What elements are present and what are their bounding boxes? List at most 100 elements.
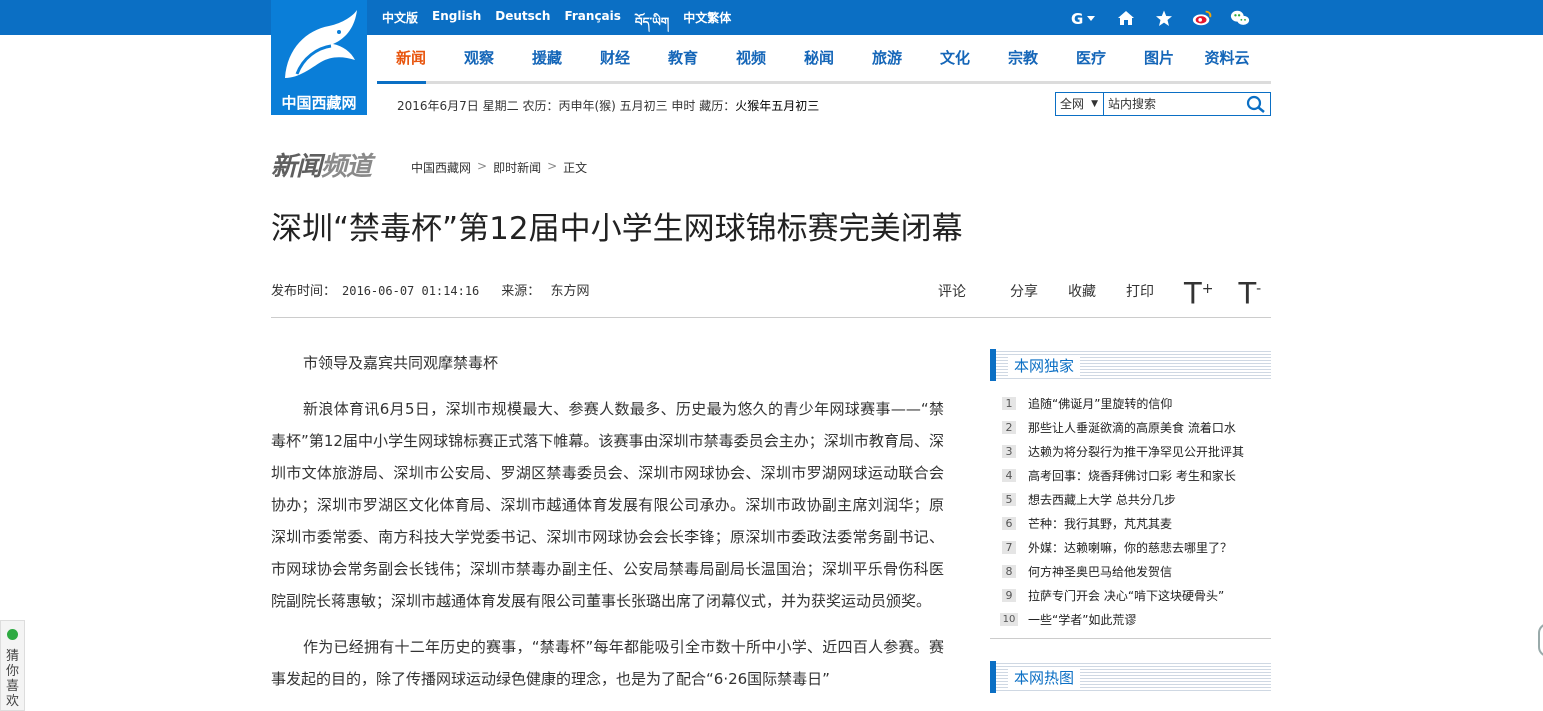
guess-you-like-widget[interactable]: 猜你喜欢 — [0, 620, 25, 711]
rank-badge: 10 — [1000, 612, 1018, 626]
search-button[interactable] — [1246, 95, 1266, 113]
article-paragraph: 市领导及嘉宾共同观摩禁毒杯 — [303, 354, 499, 372]
publish-time: 2016-06-07 01:14:16 — [342, 284, 480, 298]
rank-badge: 1 — [1002, 396, 1016, 410]
list-item-title: 一些“学者”如此荒谬 — [1028, 612, 1137, 627]
nav-item-culture[interactable]: 文化 — [921, 35, 989, 81]
list-item[interactable]: 8 何方神圣奥巴马给他发贺信 — [990, 559, 1271, 583]
sidebar-divider — [990, 638, 1271, 639]
lang-chinese[interactable]: 中文版 — [382, 9, 418, 27]
list-item[interactable]: 10 一些“学者”如此荒谬 — [990, 607, 1271, 631]
hot-photos-title[interactable]: 本网热图 — [1008, 667, 1081, 688]
chevron-right-icon: > — [477, 159, 488, 173]
search-input[interactable] — [1108, 95, 1238, 113]
list-item-title: 达赖为将分裂行为推干净罕见公开批评其 — [1028, 444, 1245, 459]
list-item-title: 追随“佛诞月”里旋转的信仰 — [1028, 396, 1173, 411]
nav-item-travel[interactable]: 旅游 — [853, 35, 921, 81]
exclusive-title[interactable]: 本网独家 — [1008, 355, 1081, 376]
list-item-title: 高考回事：烧香拜佛讨口彩 考生和家长 — [1028, 468, 1236, 483]
search-scope-select[interactable]: 全网 ▼ — [1056, 93, 1104, 115]
breadcrumb-home[interactable]: 中国西藏网 — [411, 159, 471, 176]
lang-traditional-chinese[interactable]: 中文繁体 — [683, 9, 731, 27]
source-value: 东方网 — [550, 284, 590, 299]
hot-photos-box: 本网热图 — [990, 661, 1271, 693]
home-icon[interactable] — [1116, 8, 1136, 28]
breadcrumb: 中国西藏网 > 即时新闻 > 正文 — [411, 159, 587, 176]
date-text: 2016年6月7日 星期二 农历：丙申年(猴) 五月初三 申时 藏历： — [397, 99, 736, 113]
comment-button[interactable]: 评论 — [938, 281, 966, 301]
list-item-title: 那些让人垂涎欲滴的高原美食 流着口水 — [1028, 420, 1236, 435]
rank-badge: 6 — [1002, 516, 1016, 530]
print-button[interactable]: 打印 — [1126, 281, 1154, 301]
article-title: 深圳“禁毒杯”第12届中小学生网球锦标赛完美闭幕 — [271, 211, 963, 247]
list-item[interactable]: 9 拉萨专门开会 决心“啃下这块硬骨头” — [990, 583, 1271, 607]
main-nav: 新闻 观察 援藏 财经 教育 视频 秘闻 旅游 文化 宗教 医疗 图片 资料云 — [377, 35, 1271, 84]
list-item[interactable]: 4 高考回事：烧香拜佛讨口彩 考生和家长 — [990, 463, 1271, 487]
favorite-button[interactable]: 收藏 — [1068, 281, 1096, 301]
source-label: 来源： — [501, 284, 541, 299]
hot-photos-header: 本网热图 — [990, 661, 1271, 693]
nav-item-news[interactable]: 新闻 — [377, 35, 445, 81]
font-decrease-label: T — [1238, 276, 1257, 311]
exclusive-header: 本网独家 — [990, 349, 1271, 381]
rank-badge: 8 — [1002, 564, 1016, 578]
article-paragraph: 新浪体育讯6月5日，深圳市规模最大、参赛人数最多、历史最为悠久的青少年网球赛事—… — [271, 400, 944, 610]
list-item[interactable]: 7 外媒：达赖喇嘛，你的慈悲去哪里了？ — [990, 535, 1271, 559]
nav-item-education[interactable]: 教育 — [649, 35, 717, 81]
channel-logo-text-2: 频道 — [321, 152, 372, 182]
wechat-icon[interactable] — [1230, 8, 1250, 28]
svg-text:G: G — [1071, 10, 1083, 26]
star-icon[interactable] — [1154, 8, 1174, 28]
nav-item-data-cloud[interactable]: 资料云 — [1193, 35, 1261, 81]
nav-item-observe[interactable]: 观察 — [445, 35, 513, 81]
weibo-icon[interactable] — [1192, 8, 1212, 28]
chevron-right-icon: > — [547, 159, 558, 173]
list-item[interactable]: 3 达赖为将分裂行为推干净罕见公开批评其 — [990, 439, 1271, 463]
top-bar — [0, 0, 1543, 35]
lang-german[interactable]: Deutsch — [495, 9, 550, 27]
list-item-title: 想去西藏上大学 总共分几步 — [1028, 492, 1176, 507]
nav-item-religion[interactable]: 宗教 — [989, 35, 1057, 81]
floating-edge-icon[interactable] — [1538, 623, 1543, 657]
guess-you-like-label: 猜你喜欢 — [6, 649, 20, 709]
nav-item-medical[interactable]: 医疗 — [1057, 35, 1125, 81]
meta-divider — [271, 317, 1271, 318]
article-body: 市领导及嘉宾共同观摩禁毒杯 新浪体育讯6月5日，深圳市规模最大、参赛人数最多、历… — [271, 347, 944, 709]
list-item[interactable]: 5 想去西藏上大学 总共分几步 — [990, 487, 1271, 511]
list-item[interactable]: 1 追随“佛诞月”里旋转的信仰 — [990, 391, 1271, 415]
exclusive-list: 1 追随“佛诞月”里旋转的信仰 2 那些让人垂涎欲滴的高原美食 流着口水 3 达赖为将… — [990, 391, 1271, 631]
font-increase-button[interactable]: T+ — [1184, 276, 1213, 308]
nav-item-photos[interactable]: 图片 — [1125, 35, 1193, 81]
site-logo[interactable]: 中国西藏网 — [271, 0, 367, 115]
nav-item-aid-tibet[interactable]: 援藏 — [513, 35, 581, 81]
share-button[interactable]: 分享 — [1010, 281, 1038, 301]
channel-logo-text: 新闻 — [271, 152, 322, 182]
list-item[interactable]: 6 芒种：我行其野，芃芃其麦 — [990, 511, 1271, 535]
article-meta: 发布时间： 2016-06-07 01:14:16 来源： 东方网 — [271, 280, 589, 299]
channel-logo[interactable]: 新闻频道 — [271, 146, 372, 183]
breadcrumb-section[interactable]: 即时新闻 — [493, 159, 541, 176]
nav-item-secrets[interactable]: 秘闻 — [785, 35, 853, 81]
search-scope-value: 全网 — [1060, 97, 1085, 111]
list-item[interactable]: 2 那些让人垂涎欲滴的高原美食 流着口水 — [990, 415, 1271, 439]
lang-english[interactable]: English — [432, 9, 481, 27]
article-tools: 评论 分享 收藏 打印 T+ T- — [938, 276, 1286, 308]
header-marker — [990, 349, 996, 381]
rank-badge: 9 — [1002, 588, 1016, 602]
nav-divider — [377, 81, 1271, 84]
rank-badge: 5 — [1002, 492, 1016, 506]
lang-french[interactable]: Français — [564, 9, 620, 27]
rank-badge: 4 — [1002, 468, 1016, 482]
status-dot-icon — [7, 629, 18, 640]
breadcrumb-current: 正文 — [563, 161, 588, 175]
nav-item-finance[interactable]: 财经 — [581, 35, 649, 81]
lang-tibetan[interactable]: བོད་ཡིག — [635, 9, 669, 29]
rank-badge: 2 — [1002, 420, 1016, 434]
font-decrease-button[interactable]: T- — [1238, 276, 1261, 308]
user-menu-icon[interactable]: G — [1070, 8, 1098, 28]
language-bar: 中文版 English Deutsch Français བོད་ཡིག 中文繁… — [382, 9, 731, 29]
nav-active-indicator — [377, 81, 426, 84]
rank-badge: 3 — [1002, 444, 1016, 458]
nav-item-video[interactable]: 视频 — [717, 35, 785, 81]
tibetan-date: 火猴年五月初三 — [735, 99, 820, 113]
